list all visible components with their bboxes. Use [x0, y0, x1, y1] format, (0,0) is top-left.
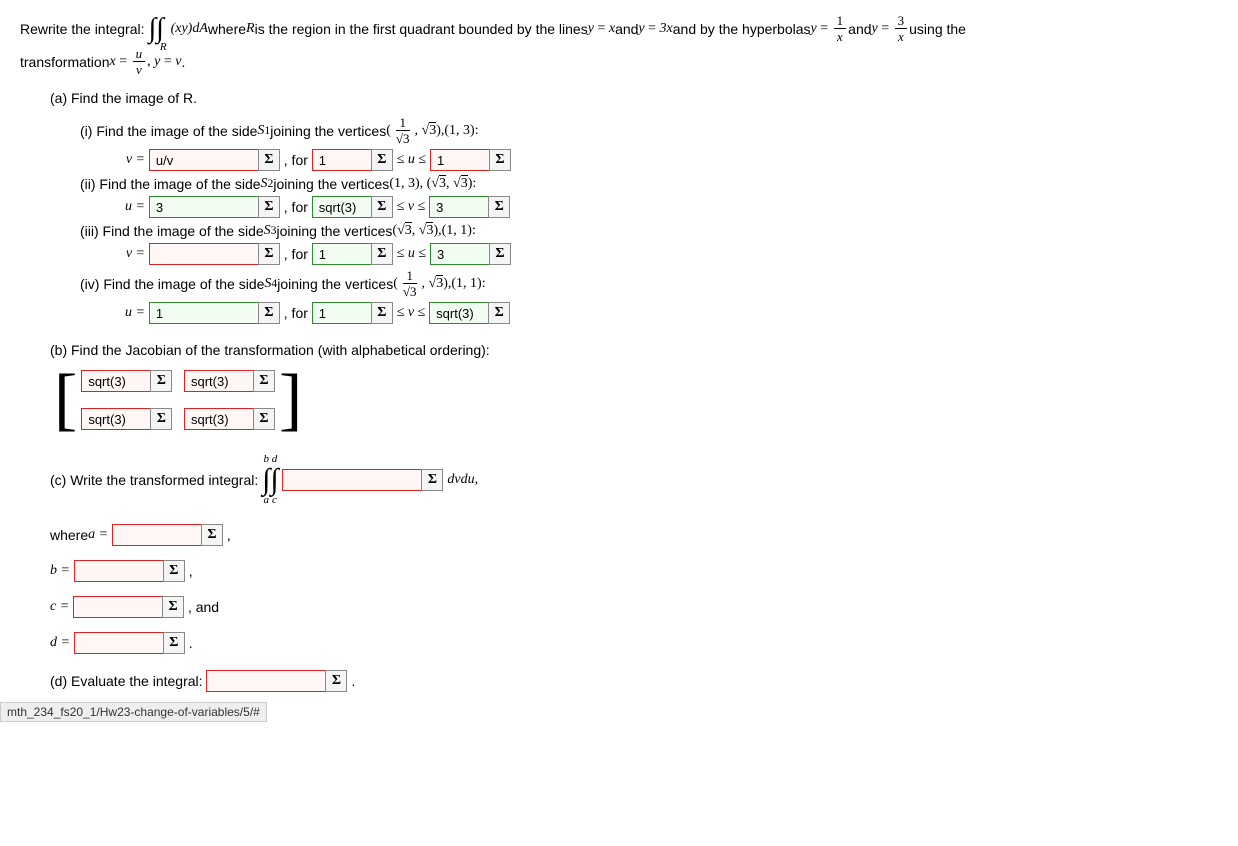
sigma-button[interactable]: Σ: [150, 408, 172, 430]
problem-header-line1: Rewrite the integral: ∫∫ R (xy)dA where …: [20, 14, 1218, 43]
a-iv-input-3[interactable]: [429, 302, 489, 324]
a-ii-input-2[interactable]: [312, 196, 372, 218]
a-iii-input-2[interactable]: [312, 243, 372, 265]
sigma-button[interactable]: Σ: [253, 370, 275, 392]
sigma-button[interactable]: Σ: [489, 243, 511, 265]
a-ii-input-3[interactable]: [429, 196, 489, 218]
c-b-input[interactable]: [74, 560, 164, 582]
footer-path: mth_234_fs20_1/Hw23-change-of-variables/…: [0, 702, 267, 722]
part-b-title: (b) Find the Jacobian of the transformat…: [50, 342, 1218, 358]
c-a-row: where a = Σ ,: [50, 524, 1218, 546]
left-bracket-icon: [: [50, 370, 81, 430]
integrand: (xy)dA: [171, 21, 208, 37]
double-integral-icon: ∫∫ R: [149, 15, 171, 43]
sigma-button[interactable]: Σ: [163, 632, 185, 654]
a-i-input-1[interactable]: [149, 149, 259, 171]
c-integrand-input[interactable]: [282, 469, 422, 491]
sigma-button[interactable]: Σ: [371, 149, 393, 171]
part-a-i-inputs: v = Σ , for Σ ≤ u ≤ Σ: [110, 149, 1218, 171]
part-a-iv-prompt: (iv) Find the image of the side S4 joini…: [80, 269, 1218, 298]
c-c-input[interactable]: [73, 596, 163, 618]
sigma-button[interactable]: Σ: [258, 149, 280, 171]
sigma-button[interactable]: Σ: [488, 196, 510, 218]
a-iii-input-1[interactable]: [149, 243, 259, 265]
fraction: 3x: [895, 14, 908, 43]
sigma-button[interactable]: Σ: [253, 408, 275, 430]
c-b-row: b = Σ ,: [50, 560, 1218, 582]
sigma-button[interactable]: Σ: [421, 469, 443, 491]
a-i-input-2[interactable]: [312, 149, 372, 171]
sigma-button[interactable]: Σ: [371, 302, 393, 324]
right-bracket-icon: ]: [275, 370, 306, 430]
b-m11-input[interactable]: [81, 370, 151, 392]
fraction: uv: [133, 47, 146, 76]
a-iv-input-2[interactable]: [312, 302, 372, 324]
part-c-title: (c) Write the transformed integral:: [50, 472, 258, 488]
part-d-title: (d) Evaluate the integral:: [50, 673, 203, 689]
sigma-button[interactable]: Σ: [162, 596, 184, 618]
problem-header-line2: transformation x = uv , y = v .: [20, 47, 1218, 76]
part-c-line: (c) Write the transformed integral: b ∫ …: [50, 454, 1218, 506]
a-i-input-3[interactable]: [430, 149, 490, 171]
a-iv-input-1[interactable]: [149, 302, 259, 324]
part-a-ii-inputs: u = Σ , for Σ ≤ v ≤ Σ: [110, 196, 1218, 218]
c-a-input[interactable]: [112, 524, 202, 546]
sigma-button[interactable]: Σ: [325, 670, 347, 692]
d-input[interactable]: [206, 670, 326, 692]
sigma-button[interactable]: Σ: [258, 302, 280, 324]
sigma-button[interactable]: Σ: [258, 243, 280, 265]
sigma-button[interactable]: Σ: [488, 302, 510, 324]
c-c-row: c = Σ , and: [50, 596, 1218, 618]
a-iii-input-3[interactable]: [430, 243, 490, 265]
b-m22-input[interactable]: [184, 408, 254, 430]
sigma-button[interactable]: Σ: [371, 243, 393, 265]
sigma-button[interactable]: Σ: [150, 370, 172, 392]
integral-icon: d ∫ c: [270, 454, 278, 506]
part-a-ii-prompt: (ii) Find the image of the side S2 joini…: [80, 175, 1218, 192]
sigma-button[interactable]: Σ: [371, 196, 393, 218]
c-d-row: d = Σ .: [50, 632, 1218, 654]
b-m21-input[interactable]: [81, 408, 151, 430]
part-a-title: (a) Find the image of R.: [50, 90, 1218, 106]
part-d-row: (d) Evaluate the integral: Σ .: [50, 670, 1218, 692]
sigma-button[interactable]: Σ: [258, 196, 280, 218]
jacobian-matrix: [ Σ Σ Σ Σ ]: [50, 366, 1218, 434]
rewrite-label: Rewrite the integral:: [20, 21, 145, 37]
fraction: 1x: [834, 14, 847, 43]
part-a-iv-inputs: u = Σ , for Σ ≤ v ≤ Σ: [110, 302, 1218, 324]
part-a-i-prompt: (i) Find the image of the side S1 joinin…: [80, 116, 1218, 145]
part-a-iii-prompt: (iii) Find the image of the side S3 join…: [80, 222, 1218, 239]
c-d-input[interactable]: [74, 632, 164, 654]
a-ii-input-1[interactable]: [149, 196, 259, 218]
sigma-button[interactable]: Σ: [489, 149, 511, 171]
sigma-button[interactable]: Σ: [163, 560, 185, 582]
sigma-button[interactable]: Σ: [201, 524, 223, 546]
b-m12-input[interactable]: [184, 370, 254, 392]
part-a-iii-inputs: v = Σ , for Σ ≤ u ≤ Σ: [110, 243, 1218, 265]
